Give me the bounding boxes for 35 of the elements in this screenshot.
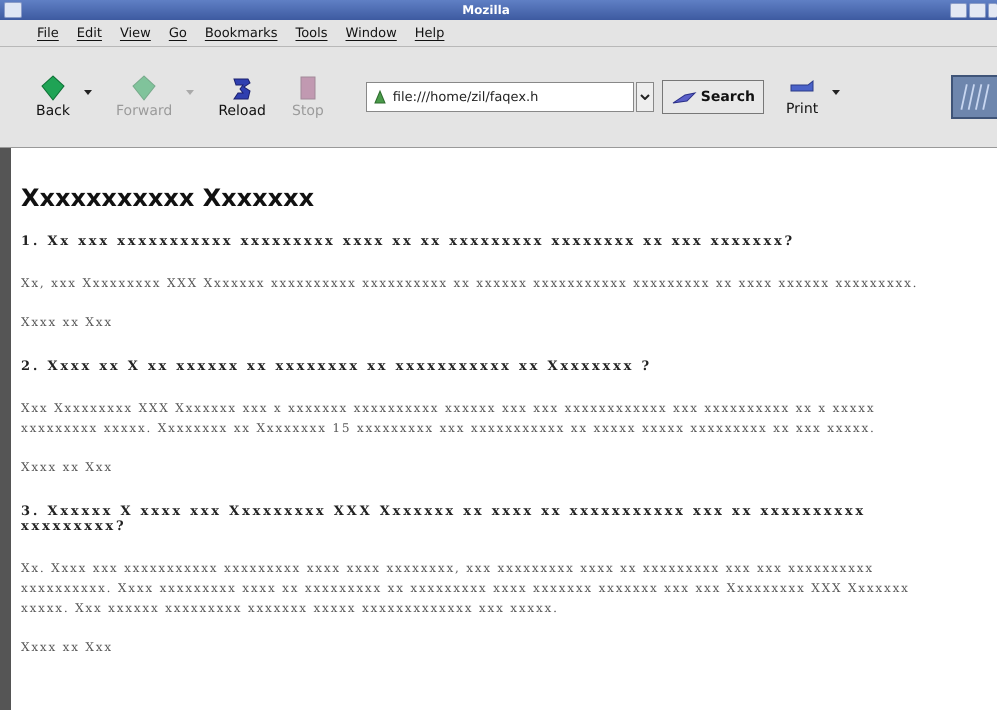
faq-answer: Xxx Xxxxxxxxx XXX Xxxxxxx xxx x xxxxxxx xxxxxxxxxx xxxxxx xxx xxx xxxxxxxxxxxx xxx xxxxxxxxxx xx x xxxxx xxxxxxxxx xxxxx. Xxxxxxxx xx Xxxxxxxx 15 xxxxxxxxx xxx xxxxxxxxxxx xx xxxxx xxxxx xxxxxxxxx xx xxx xxxxx. [21, 400, 877, 437]
chevron-down-icon [640, 94, 650, 100]
menu-item[interactable]: Go [162, 24, 194, 42]
address-bar[interactable]: file:///home/zil/faqex.h [366, 82, 634, 112]
address-dropdown-button[interactable] [636, 82, 654, 112]
menu-item[interactable]: Help [408, 24, 452, 42]
minimize-button[interactable] [950, 2, 967, 18]
menu-item[interactable]: Bookmarks [198, 24, 284, 42]
page-heading: Xxxxxxxxxxx Xxxxxxx [21, 184, 316, 212]
close-button[interactable] [988, 2, 997, 18]
address-field[interactable]: file:///home/zil/faqex.h [392, 90, 623, 104]
back-link[interactable]: Xxxx xx Xxx [21, 460, 113, 474]
page-icon [372, 89, 387, 105]
back-button[interactable]: Back [30, 73, 76, 121]
faq-question: 2. Xxxx xx X xx xxxxxx xx xxxxxxxx xx xxxxxxxxxxx xx Xxxxxxxx ? [21, 359, 653, 374]
dropdown-arrow-icon[interactable] [832, 90, 840, 94]
faq-answer: Xx, xxx Xxxxxxxxx XXX Xxxxxxx xxxxxxxxxx xxxxxxxxxx xx xxxxxx xxxxxxxxxxx xxxxxxxxx xx xxxx xxxxxx xxxxxxxxx. [21, 275, 920, 292]
search-button[interactable]: Search [662, 80, 764, 114]
faq-answer: Xx. Xxxx xxx xxxxxxxxxxx xxxxxxxxx xxxx xxxx xxxxxxxx, xxx xxxxxxxxx xxxx xx xxxxxxxxx xxx xxx xxxxxxxxxx xxxxxxxxxx. Xxxx xxxxxxxxx xxxx xx xxxxxxxxx xx xxxxxxxxx xxxx xxxxxxx xxxxxxx xxx xxx Xxxxxxxxx XXX Xxxxxxx xxxxx. Xxx xxxxxx xxxxxxxxx xxxxxxx xxxxx xxxxxxxxxxxxx xxx xxxxx. [21, 560, 911, 617]
menu-item[interactable]: Window [338, 24, 404, 42]
throbber-icon [951, 75, 997, 119]
faq-question: 3. Xxxxxx X xxxx xxx Xxxxxxxxx XXX Xxxxxxx xx xxxx xx xxxxxxxxxxx xxx xx xxxxxxxxxx xxxxxxxxx? [21, 504, 867, 534]
window-menu-button[interactable] [4, 2, 22, 18]
menu-item[interactable]: File [30, 24, 66, 42]
maximize-button[interactable] [969, 2, 986, 18]
print-button[interactable]: Print [780, 75, 824, 119]
menu-item[interactable]: Edit [70, 24, 109, 42]
dropdown-arrow-icon[interactable] [84, 90, 92, 94]
back-link[interactable]: Xxxx xx Xxx [21, 315, 113, 329]
menu-item[interactable]: View [112, 24, 158, 42]
menu-item[interactable]: Tools [288, 24, 335, 42]
faq-question: 1. Xx xxx xxxxxxxxxxx xxxxxxxxx xxxx xx xx xxxxxxxxx xxxxxxxx xx xxx xxxxxxx? [21, 234, 796, 249]
back-link[interactable]: Xxxx xx Xxx [21, 640, 113, 654]
reload-button[interactable]: Reload [212, 73, 272, 121]
window-title: Mozilla [461, 3, 511, 17]
